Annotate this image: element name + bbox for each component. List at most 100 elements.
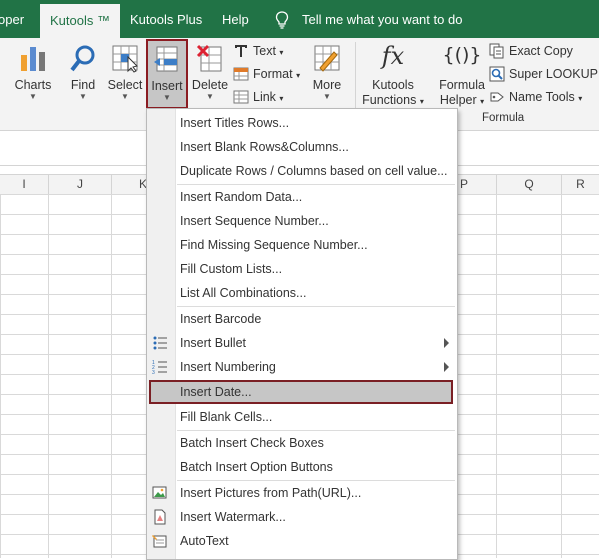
delete-icon: [196, 44, 222, 72]
menu-item-insert-sequence-number[interactable]: Insert Sequence Number...: [147, 209, 457, 233]
format-icon: [233, 67, 249, 81]
chevron-down-icon: ▼: [29, 92, 37, 101]
menu-item-label: Insert Numbering: [180, 360, 276, 374]
formula-braces-icon: {()}: [442, 44, 482, 66]
insert-rows-icon: [154, 46, 178, 72]
super-lookup-label: Super LOOKUP: [509, 67, 598, 81]
tab-help[interactable]: Help: [222, 0, 249, 38]
insert-button[interactable]: Insert ▼: [146, 39, 188, 109]
menu-item-insert-titles-rows[interactable]: Insert Titles Rows...: [147, 111, 457, 135]
menu-item-insert-random-data[interactable]: Insert Random Data...: [147, 185, 457, 209]
delete-button[interactable]: Delete ▼: [190, 38, 230, 114]
menu-item-batch-insert-option-buttons[interactable]: Batch Insert Option Buttons: [147, 455, 457, 479]
charts-button[interactable]: Charts ▼: [8, 38, 58, 114]
svg-text:3: 3: [152, 370, 155, 375]
kutools-functions-label-2: Functions: [362, 93, 417, 107]
chevron-down-icon: ▼: [121, 92, 129, 101]
tab-kutools[interactable]: Kutools ™: [40, 4, 120, 40]
text-t-icon: [235, 45, 247, 57]
menu-item-label: Insert Watermark...: [180, 510, 286, 524]
kutools-functions-label-1: Kutools: [372, 78, 414, 92]
menu-item-insert-barcode[interactable]: Insert Barcode: [147, 307, 457, 331]
submenu-arrow-icon: [444, 338, 449, 348]
select-button[interactable]: Select ▼: [104, 38, 146, 114]
name-tools-icon: [490, 92, 504, 102]
more-button[interactable]: More ▼: [306, 38, 348, 114]
chevron-down-icon: ▼: [323, 92, 331, 101]
numbered-list-icon: 1 2 3: [152, 360, 167, 375]
link-icon: [233, 90, 249, 104]
grid-line: [496, 194, 497, 558]
menu-item-label: Batch Insert Option Buttons: [180, 460, 333, 474]
menu-item-label: Fill Custom Lists...: [180, 262, 283, 276]
formula-helper-label-1: Formula: [439, 78, 485, 92]
menu-item-autotext[interactable]: AutoText: [147, 529, 457, 553]
menu-item-batch-insert-check-boxes[interactable]: Batch Insert Check Boxes: [147, 431, 457, 455]
menu-item-label: Insert Blank Rows&Columns...: [180, 140, 349, 154]
name-tools-label: Name Tools: [509, 90, 575, 104]
menu-item-label: Insert Barcode: [180, 312, 262, 326]
exact-copy-label: Exact Copy: [509, 44, 573, 58]
format-label: Format: [253, 67, 293, 81]
menu-item-label: Insert Bullet: [180, 336, 247, 350]
select-cells-icon: [112, 45, 138, 73]
menu-item-list-all-combinations[interactable]: List All Combinations...: [147, 281, 457, 305]
magnifier-icon: [70, 45, 95, 72]
find-label: Find: [70, 78, 96, 92]
tell-me-text: Tell me what you want to do: [302, 12, 463, 27]
menu-item-insert-bullet[interactable]: Insert Bullet: [147, 331, 457, 355]
column-header-q[interactable]: Q: [497, 175, 562, 194]
delete-label: Delete: [191, 78, 229, 92]
more-label: More: [312, 78, 342, 92]
grid-line: [111, 194, 112, 558]
menu-item-duplicate-rows-columns[interactable]: Duplicate Rows / Columns based on cell v…: [147, 159, 457, 183]
column-header-j[interactable]: J: [49, 175, 112, 194]
chevron-down-icon: ▼: [206, 92, 214, 101]
column-header-r[interactable]: R: [562, 175, 599, 194]
menu-item-fill-blank-cells[interactable]: Fill Blank Cells...: [147, 405, 457, 429]
formula-helper-label-2: Helper: [439, 93, 477, 107]
column-header-i[interactable]: I: [0, 175, 49, 194]
formula-helper-button[interactable]: {()} Formula Helper ▾: [434, 38, 490, 114]
watermark-icon: [154, 509, 166, 525]
menu-item-insert-watermark[interactable]: Insert Watermark...: [147, 505, 457, 529]
find-button[interactable]: Find ▼: [62, 38, 104, 114]
copy-icon: [489, 43, 504, 59]
kutools-functions-button[interactable]: fx Kutools Functions ▾: [360, 38, 426, 114]
menu-item-find-missing-sequence-number[interactable]: Find Missing Sequence Number...: [147, 233, 457, 257]
bullet-list-icon: [153, 336, 167, 350]
menu-item-label: Insert Date...: [180, 385, 252, 399]
chevron-down-icon: ▼: [79, 92, 87, 101]
menu-item-label: Find Missing Sequence Number...: [180, 238, 368, 252]
chevron-down-icon: ▼: [163, 93, 171, 102]
tell-me-search[interactable]: Tell me what you want to do: [275, 0, 462, 38]
autotext-icon: [152, 535, 167, 548]
tab-kutools-plus[interactable]: Kutools Plus: [130, 0, 202, 38]
chart-icon: [21, 47, 45, 71]
menu-item-label: Insert Pictures from Path(URL)...: [180, 486, 362, 500]
lookup-icon: [489, 66, 505, 82]
fx-icon: fx: [381, 42, 405, 70]
more-tools-icon: [314, 45, 340, 72]
menu-item-insert-date[interactable]: Insert Date...: [149, 380, 453, 404]
submenu-arrow-icon: [444, 362, 449, 372]
menu-item-label: List All Combinations...: [180, 286, 307, 300]
menu-item-insert-numbering[interactable]: 1 2 3 Insert Numbering: [147, 355, 457, 379]
insert-dropdown-menu: Insert Titles Rows... Insert Blank Rows&…: [146, 108, 458, 560]
menu-item-fill-custom-lists[interactable]: Fill Custom Lists...: [147, 257, 457, 281]
ribbon-tab-bar: oper Kutools ™ Kutools Plus Help Tell me…: [0, 0, 599, 40]
tab-developer[interactable]: oper: [0, 0, 24, 38]
picture-path-icon: [152, 486, 167, 499]
link-label: Link: [253, 90, 276, 104]
menu-item-insert-blank-rows-columns[interactable]: Insert Blank Rows&Columns...: [147, 135, 457, 159]
menu-item-label: Duplicate Rows / Columns based on cell v…: [180, 164, 448, 178]
select-label: Select: [107, 78, 143, 92]
menu-item-label: Insert Sequence Number...: [180, 214, 329, 228]
group-label-formula: Formula: [482, 112, 525, 124]
lightbulb-icon: [275, 11, 289, 29]
grid-line: [48, 194, 49, 558]
grid-line: [561, 194, 562, 558]
menu-item-label: AutoText: [180, 534, 229, 548]
charts-label: Charts: [14, 78, 52, 92]
menu-item-insert-pictures-from-path[interactable]: Insert Pictures from Path(URL)...: [147, 481, 457, 505]
